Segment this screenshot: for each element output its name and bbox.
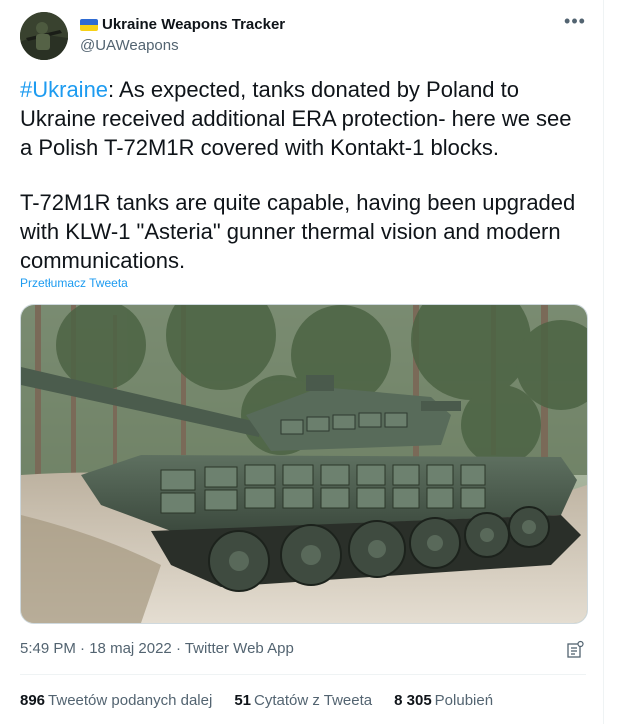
retweets-stat[interactable]: 896 Tweetów podanych dalej <box>20 692 212 709</box>
tweet-stats: 896 Tweetów podanych dalej 51 Cytatów z Tw… <box>20 692 493 709</box>
tweet-paragraph-1: #Ukraine: As expected, tanks donated by … <box>20 75 580 162</box>
translate-tweet-link[interactable]: Przetłumacz Tweeta <box>20 276 128 290</box>
tweet-header: Ukraine Weapons Tracker @UAWeapons ••• <box>20 12 590 62</box>
quotes-count: 51 <box>234 692 251 709</box>
author-display-name[interactable]: Ukraine Weapons Tracker <box>102 16 285 33</box>
author-name-row[interactable]: Ukraine Weapons Tracker <box>80 16 285 33</box>
tweet-meta: 5:49 PM · 18 maj 2022 · Twitter Web App <box>20 640 294 657</box>
likes-count: 8 305 <box>394 692 432 709</box>
analytics-icon[interactable] <box>565 640 585 660</box>
hashtag-link[interactable]: #Ukraine <box>20 77 108 102</box>
ukraine-flag-icon <box>80 18 98 31</box>
likes-label: Polubień <box>434 692 494 709</box>
quotes-label: Cytatów z Tweeta <box>254 692 373 709</box>
quotes-stat[interactable]: 51 Cytatów z Tweeta <box>234 692 372 709</box>
meta-separator-2: · <box>171 640 185 657</box>
meta-separator: · <box>75 640 90 657</box>
tweet-source[interactable]: Twitter Web App <box>185 640 294 657</box>
more-horizontal-icon[interactable]: ••• <box>560 12 590 38</box>
tweet-text: #Ukraine: As expected, tanks donated by … <box>20 75 580 275</box>
author-handle[interactable]: @UAWeapons <box>80 37 179 54</box>
tweet-photo[interactable] <box>20 304 588 624</box>
tweet-card: Ukraine Weapons Tracker @UAWeapons ••• #… <box>0 0 604 724</box>
likes-stat[interactable]: 8 305 Polubień <box>394 692 493 709</box>
avatar[interactable] <box>20 12 68 60</box>
tweet-paragraph-2: T-72M1R tanks are quite capable, having … <box>20 190 576 273</box>
divider-top <box>20 674 586 675</box>
tank-photo-image <box>21 305 587 623</box>
tweet-date[interactable]: 18 maj 2022 <box>89 640 172 657</box>
tweet-time[interactable]: 5:49 PM <box>20 640 76 657</box>
retweets-label: Tweetów podanych dalej <box>48 692 213 709</box>
retweets-count: 896 <box>20 692 46 709</box>
